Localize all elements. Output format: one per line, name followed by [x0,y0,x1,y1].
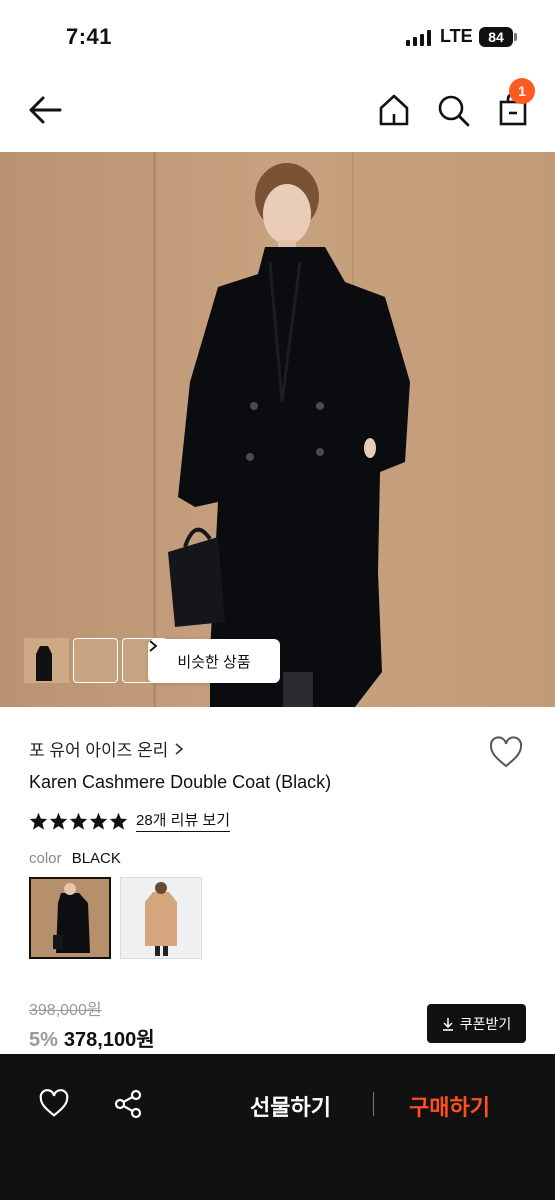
buy-button[interactable]: 구매하기 [409,1090,490,1122]
similar-products-label: 비슷한 상품 [177,653,251,671]
bottom-action-bar: 선물하기 구매하기 [0,1054,555,1200]
heart-outline-icon [39,1089,69,1117]
network-type: LTE [440,26,473,46]
share-icon [114,1089,142,1119]
color-row: color BLACK [29,850,121,867]
back-button[interactable] [26,92,66,128]
product-photo [0,152,555,707]
color-label: color [29,850,62,867]
home-button[interactable] [376,92,412,128]
battery-icon: 84 [479,27,513,47]
divider [373,1092,374,1116]
cart-count-badge: 1 [509,78,535,104]
star-icon [49,812,68,830]
arrow-left-icon [29,96,62,124]
star-icon [89,812,108,830]
coupon-label: 쿠폰받기 [459,1015,512,1032]
gift-button[interactable]: 선물하기 [250,1090,331,1122]
rating-row: 28개 리뷰 보기 [29,809,231,832]
color-option-camel[interactable] [120,877,202,959]
review-link[interactable]: 28개 리뷰 보기 [136,809,231,832]
rating-stars [29,812,128,830]
chevron-right-icon [175,742,184,755]
star-icon [109,812,128,830]
sale-price: 378,100원 [63,1029,155,1051]
color-option-black[interactable] [29,877,111,959]
heart-outline-icon [489,736,523,768]
search-icon [438,95,470,127]
wishlist-button[interactable] [488,735,524,769]
battery-tip [514,33,517,41]
brand-name: 포 유어 아이즈 온리 [29,741,169,760]
star-icon [69,812,88,830]
chevron-right-icon [149,640,158,652]
price-row: 5% 378,100원 [29,1023,155,1052]
bottom-wishlist-button[interactable] [38,1088,70,1118]
product-title: Karen Cashmere Double Coat (Black) [29,772,332,792]
thumbnail-2[interactable] [24,638,118,683]
product-hero-image[interactable]: 비슷한 상품 [0,152,555,707]
coupon-button[interactable]: 쿠폰받기 [427,1004,526,1043]
color-value: BLACK [71,850,121,867]
star-icon [29,812,48,830]
original-price: 398,000원 [29,1002,102,1019]
swatch-photo [121,878,201,958]
swatch-photo [31,879,109,957]
status-bar: 7:41 LTE 84 [0,0,555,72]
battery-level: 84 [488,29,504,45]
status-time: 7:41 [66,24,113,49]
discount-rate: 5% [29,1029,58,1051]
image-thumbnails [24,638,167,683]
home-icon [379,94,409,126]
search-button[interactable] [435,92,471,128]
share-button[interactable] [112,1088,144,1120]
download-icon [442,1017,453,1031]
brand-link[interactable]: 포 유어 아이즈 온리 [29,736,184,761]
top-nav [0,72,555,152]
similar-products-button[interactable]: 비슷한 상품 [148,639,280,683]
signal-icon [406,30,431,46]
